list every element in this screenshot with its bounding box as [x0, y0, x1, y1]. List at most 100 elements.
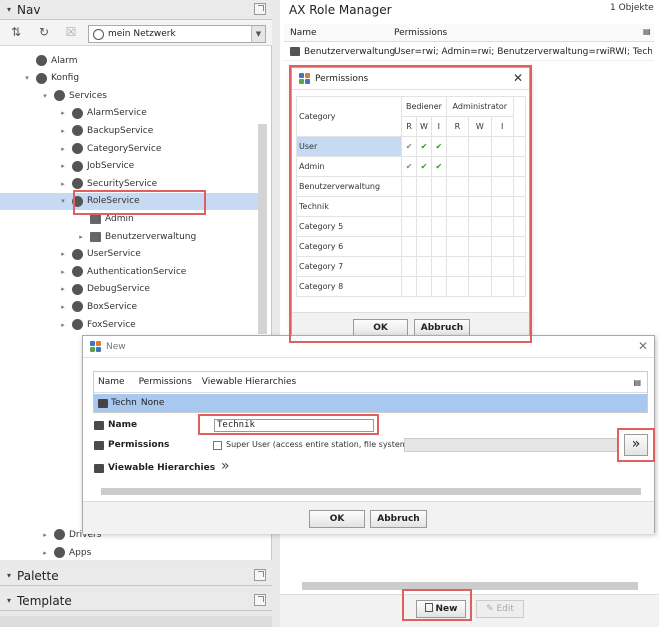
permission-cell[interactable]	[416, 276, 432, 297]
permission-cell[interactable]	[445, 256, 470, 277]
chevron-down-icon[interactable]: ▼	[251, 26, 265, 42]
permissions-edit-button[interactable]: »	[624, 434, 648, 456]
table-row[interactable]: Category 6	[295, 236, 527, 257]
permission-cell[interactable]	[401, 256, 417, 277]
table-row[interactable]: Benutzerverwaltung	[295, 176, 527, 197]
check-icon[interactable]: ✔	[416, 136, 432, 157]
column-chooser-icon[interactable]: ▤	[643, 27, 651, 36]
collapsed-arrow-icon[interactable]: ▸	[58, 145, 68, 153]
table-row[interactable]: Benutzerverwaltung User=rwi; Admin=rwi; …	[284, 43, 654, 61]
close-icon[interactable]: ☒	[63, 24, 79, 40]
maximize-icon[interactable]	[254, 3, 266, 15]
nav-scrollbar[interactable]	[258, 124, 267, 334]
refresh-icon[interactable]: ↻	[36, 24, 52, 40]
permission-cell[interactable]	[401, 276, 417, 297]
horizontal-scrollbar[interactable]	[101, 488, 641, 495]
tree-item-alarmservice[interactable]: ▸ AlarmService	[58, 105, 147, 122]
permission-cell[interactable]	[468, 256, 492, 277]
permission-cell[interactable]	[490, 156, 514, 177]
permission-cell[interactable]	[490, 256, 514, 277]
expanded-arrow-icon[interactable]: ▾	[40, 92, 50, 100]
permission-cell[interactable]	[430, 176, 447, 197]
tree-item-boxservice[interactable]: ▸ BoxService	[58, 298, 137, 315]
table-row[interactable]: Category 5	[295, 216, 527, 237]
permission-cell[interactable]	[445, 196, 470, 217]
check-icon[interactable]: ✔	[401, 136, 417, 157]
permission-cell[interactable]	[445, 176, 470, 197]
permission-cell[interactable]	[416, 236, 432, 257]
tree-item-foxservice[interactable]: ▸ FoxService	[58, 316, 136, 333]
table-row[interactable]: User ✔ ✔ ✔	[295, 136, 527, 157]
tree-item-konfig[interactable]: ▾ Konfig	[22, 70, 79, 87]
permission-cell[interactable]	[401, 176, 417, 197]
permission-cell[interactable]	[468, 196, 492, 217]
permission-cell[interactable]	[490, 276, 514, 297]
collapse-icon[interactable]: ▾	[7, 5, 11, 14]
permission-cell[interactable]	[416, 216, 432, 237]
check-icon[interactable]: ✔	[416, 156, 432, 177]
permission-cell[interactable]	[416, 196, 432, 217]
ok-button[interactable]: OK	[309, 510, 365, 528]
permission-cell[interactable]	[416, 176, 432, 197]
table-row[interactable]: Category 8	[295, 276, 527, 297]
tree-item-benutzerverwaltung[interactable]: ▸ Benutzerverwaltung	[76, 228, 196, 245]
collapse-icon[interactable]: ▾	[7, 571, 11, 580]
viewable-hierarchies-edit-button[interactable]: »	[221, 458, 230, 474]
template-header[interactable]: ▾ Template	[0, 591, 272, 611]
horizontal-scrollbar[interactable]	[302, 582, 638, 590]
permission-cell[interactable]	[468, 136, 492, 157]
palette-header[interactable]: ▾ Palette	[0, 566, 272, 586]
permission-cell[interactable]	[490, 136, 514, 157]
tree-item-jobservice[interactable]: ▸ JobService	[58, 158, 134, 175]
permission-cell[interactable]	[430, 256, 447, 277]
tree-item-debugservice[interactable]: ▸ DebugService	[58, 281, 150, 298]
tree-item-admin[interactable]: Admin	[76, 210, 134, 227]
permission-cell[interactable]	[490, 196, 514, 217]
permission-cell[interactable]	[445, 236, 470, 257]
collapsed-arrow-icon[interactable]: ▸	[40, 531, 50, 539]
permission-cell[interactable]	[416, 256, 432, 277]
permission-cell[interactable]	[430, 196, 447, 217]
check-icon[interactable]: ✔	[430, 136, 447, 157]
tree-item-alarm[interactable]: Alarm	[22, 52, 77, 69]
tree-item-apps[interactable]: ▸ Apps	[40, 544, 91, 561]
column-header-permissions[interactable]: Permissions	[139, 377, 192, 387]
permission-cell[interactable]	[490, 216, 514, 237]
collapsed-arrow-icon[interactable]: ▸	[58, 321, 68, 329]
sync-arrows-icon[interactable]: ⇅	[8, 24, 24, 40]
collapse-icon[interactable]: ▾	[7, 596, 11, 605]
tree-item-authenticationservice[interactable]: ▸ AuthenticationService	[58, 263, 186, 280]
tree-item-backupservice[interactable]: ▸ BackupService	[58, 122, 153, 139]
permission-cell[interactable]	[468, 216, 492, 237]
collapsed-arrow-icon[interactable]: ▸	[76, 233, 86, 241]
collapsed-arrow-icon[interactable]: ▸	[58, 162, 68, 170]
column-header-viewable-hierarchies[interactable]: Viewable Hierarchies	[202, 377, 296, 387]
permission-cell[interactable]	[468, 276, 492, 297]
edit-button[interactable]: ✎ Edit	[476, 600, 524, 618]
collapsed-arrow-icon[interactable]: ▸	[58, 250, 68, 258]
permission-cell[interactable]	[430, 236, 447, 257]
table-row[interactable]: Techn None	[94, 394, 647, 412]
permission-cell[interactable]	[401, 236, 417, 257]
tree-item-securityservice[interactable]: ▸ SecurityService	[58, 175, 157, 192]
permission-cell[interactable]	[430, 216, 447, 237]
collapsed-arrow-icon[interactable]: ▸	[58, 303, 68, 311]
permission-cell[interactable]	[401, 196, 417, 217]
new-button[interactable]: New	[416, 600, 466, 618]
permission-cell[interactable]	[490, 236, 514, 257]
expanded-arrow-icon[interactable]: ▾	[22, 74, 32, 82]
close-icon[interactable]: ✕	[513, 71, 523, 85]
permission-cell[interactable]	[430, 276, 447, 297]
column-chooser-icon[interactable]: ▤	[633, 378, 641, 387]
table-row[interactable]: Technik	[295, 196, 527, 217]
tree-item-categoryservice[interactable]: ▸ CategoryService	[58, 140, 161, 157]
tree-item-userservice[interactable]: ▸ UserService	[58, 246, 141, 263]
permission-cell[interactable]	[468, 156, 492, 177]
check-icon[interactable]: ✔	[401, 156, 417, 177]
column-header-name[interactable]: Name	[290, 28, 317, 38]
maximize-icon[interactable]	[254, 569, 266, 581]
column-header-permissions[interactable]: Permissions	[394, 28, 447, 38]
collapsed-arrow-icon[interactable]: ▸	[58, 109, 68, 117]
permission-cell[interactable]	[468, 176, 492, 197]
permission-cell[interactable]	[445, 276, 470, 297]
